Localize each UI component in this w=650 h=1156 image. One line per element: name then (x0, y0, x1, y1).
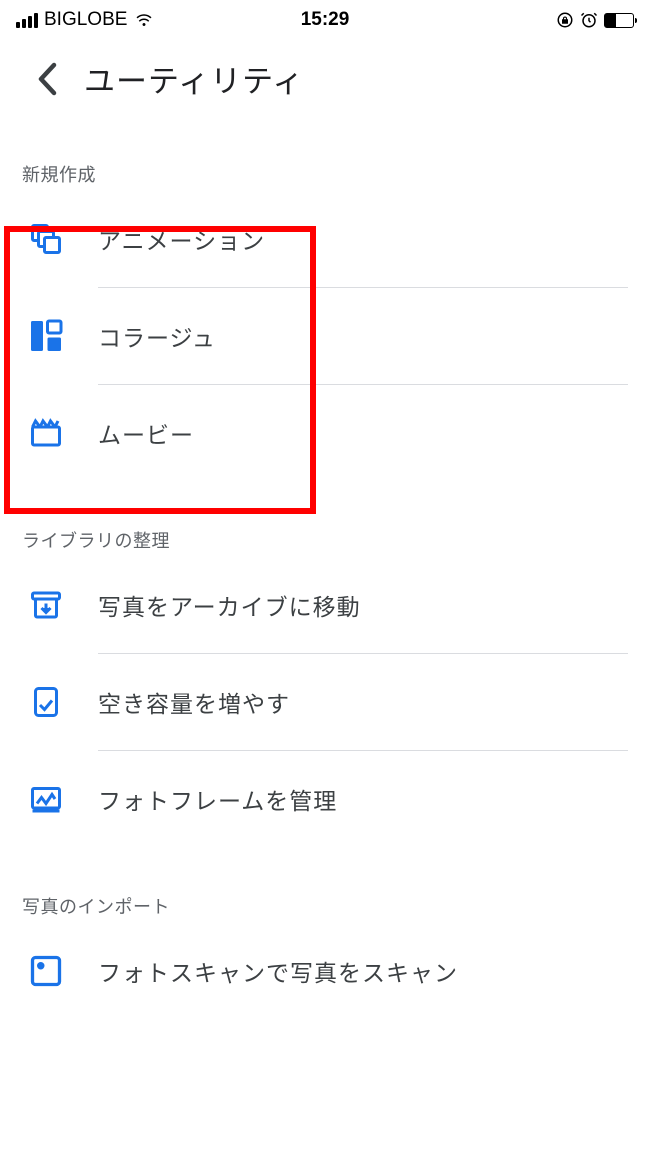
item-label: フォトスキャンで写真をスキャン (98, 954, 458, 988)
wifi-icon (133, 11, 155, 29)
signal-icon (16, 13, 38, 28)
freeup-icon (28, 684, 64, 720)
item-label: コラージュ (98, 319, 216, 353)
item-freeup[interactable]: 空き容量を増やす (0, 654, 650, 750)
carrier-label: BIGLOBE (44, 9, 127, 31)
animation-icon (28, 221, 64, 257)
archive-icon (28, 587, 64, 623)
item-label: 空き容量を増やす (98, 685, 290, 719)
status-bar: BIGLOBE 15:29 (0, 0, 650, 36)
section-label-import: 写真のインポート (0, 847, 650, 923)
page-title: ユーティリティ (84, 56, 304, 101)
item-label: ムービー (98, 416, 194, 450)
item-label: フォトフレームを管理 (98, 782, 337, 816)
collage-icon (28, 318, 64, 354)
item-collage[interactable]: コラージュ (0, 288, 650, 384)
movie-icon (28, 415, 64, 451)
section-label-create: 新規作成 (0, 111, 650, 191)
alarm-icon (580, 11, 598, 29)
page-header: ユーティリティ (0, 36, 650, 111)
item-photoscan[interactable]: フォトスキャンで写真をスキャン (0, 923, 650, 1019)
item-label: アニメーション (98, 222, 265, 256)
clock: 15:29 (301, 9, 350, 31)
item-archive[interactable]: 写真をアーカイブに移動 (0, 557, 650, 653)
section-label-organize: ライブラリの整理 (0, 481, 650, 557)
photoscan-icon (28, 953, 64, 989)
chevron-left-icon (37, 62, 57, 96)
item-label: 写真をアーカイブに移動 (98, 588, 361, 622)
item-movie[interactable]: ムービー (0, 385, 650, 481)
item-photoframe[interactable]: フォトフレームを管理 (0, 751, 650, 847)
photoframe-icon (28, 781, 64, 817)
orientation-lock-icon (556, 11, 574, 29)
item-animation[interactable]: アニメーション (0, 191, 650, 287)
back-button[interactable] (28, 60, 66, 98)
battery-icon (604, 13, 634, 28)
